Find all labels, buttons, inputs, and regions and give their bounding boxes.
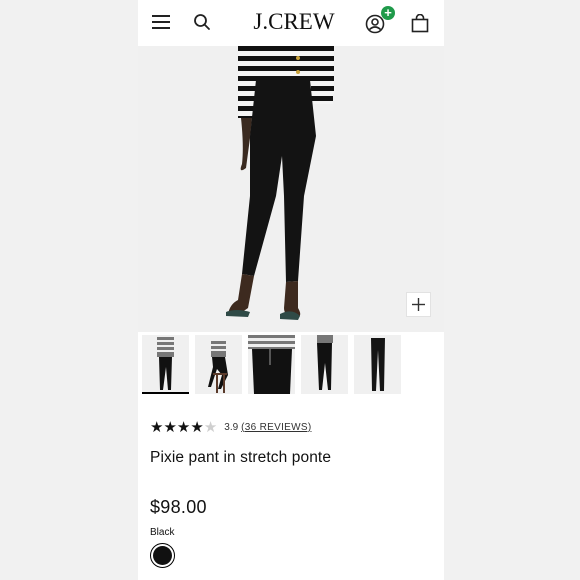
rating-value: 3.9	[224, 421, 239, 433]
search-icon[interactable]	[193, 13, 211, 31]
zoom-button[interactable]	[406, 292, 431, 317]
product-hero-image[interactable]	[138, 46, 444, 332]
star-empty-icon: ★	[203, 418, 218, 436]
brand-logo[interactable]: J.CREW	[246, 9, 342, 35]
star-rating: ★ ★ ★ ★ ★	[150, 420, 217, 435]
selected-color-label: Black	[150, 527, 175, 538]
star-full-icon: ★	[176, 418, 191, 436]
star-full-icon: ★	[163, 418, 177, 436]
star-full-icon: ★	[150, 418, 164, 436]
reviews-link[interactable]: (36 REVIEWS)	[241, 422, 311, 433]
swatch-fill	[153, 546, 172, 565]
model-photo	[226, 46, 334, 320]
thumbnail-4[interactable]	[301, 335, 348, 394]
product-price: $98.00	[150, 497, 207, 517]
plus-icon	[412, 298, 425, 311]
account-badge: +	[381, 6, 395, 20]
thumbnail-3[interactable]	[248, 335, 295, 394]
product-title: Pixie pant in stretch ponte	[150, 449, 332, 466]
star-full-icon: ★	[190, 418, 204, 436]
thumbnail-2[interactable]	[195, 335, 242, 394]
thumbnail-5[interactable]	[354, 335, 401, 394]
hamburger-icon[interactable]	[152, 15, 170, 29]
thumbnail-1[interactable]	[142, 335, 189, 394]
site-header: J.CREW +	[138, 0, 444, 46]
product-page: J.CREW + ★ ★ ★ ★ ★ 3.9 (36 REVIEWS) Pixi…	[138, 0, 444, 580]
color-swatch-black[interactable]	[150, 543, 175, 568]
product-rating: ★ ★ ★ ★ ★ 3.9 (36 REVIEWS)	[150, 419, 311, 435]
shopping-bag-icon[interactable]	[411, 14, 429, 33]
